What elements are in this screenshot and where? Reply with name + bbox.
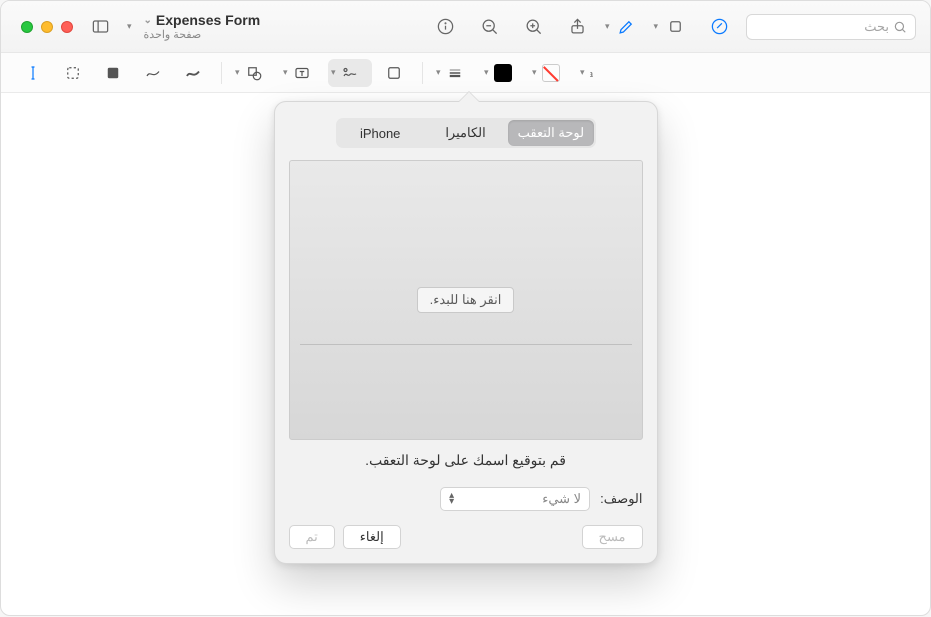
crop-button[interactable] <box>55 59 91 87</box>
stroke-color-menu[interactable]: ▾ <box>481 59 525 87</box>
zoom-in-button[interactable] <box>517 12 551 42</box>
description-select[interactable]: لا شيء ▴▾ <box>440 487 590 511</box>
draw-button[interactable] <box>175 59 211 87</box>
titlebar: ▾ Expenses Form ⌄ صفحة واحدة ▾ <box>1 1 930 53</box>
text-box-menu[interactable]: ▾ <box>280 59 324 87</box>
draw-icon <box>184 64 202 82</box>
separator <box>422 62 423 84</box>
sketch-icon <box>144 64 162 82</box>
shapes-icon <box>245 64 263 82</box>
highlighter-icon <box>617 17 636 36</box>
text-cursor-icon <box>24 64 42 82</box>
signature-hint: قم بتوقيع اسمك على لوحة التعقب. <box>289 452 643 469</box>
rotate-button[interactable] <box>658 12 692 42</box>
popover-footer: مسح إلغاء تم <box>289 525 643 549</box>
tab-iphone[interactable]: iPhone <box>338 120 423 146</box>
description-label: الوصف: <box>600 491 642 507</box>
cancel-button[interactable]: إلغاء <box>343 525 401 549</box>
shapes-menu[interactable]: ▾ <box>232 59 276 87</box>
sketch-button[interactable] <box>135 59 171 87</box>
search-field[interactable]: بحث <box>746 14 916 40</box>
mask-button[interactable] <box>95 59 131 87</box>
window-controls <box>21 21 73 33</box>
tab-camera[interactable]: الكاميرا <box>423 120 508 146</box>
document-title: Expenses Form <box>156 12 260 28</box>
zoom-out-icon <box>480 17 499 36</box>
zoom-out-button[interactable] <box>473 12 507 42</box>
markup-toolbar: ▾ ▾ ▾ ▾ ▾ ▾ ▾ Aa <box>1 53 930 93</box>
description-value: لا شيء <box>542 491 581 507</box>
markup-highlight-button[interactable] <box>609 12 643 42</box>
chevron-down-icon: ▾ <box>127 21 132 32</box>
share-button[interactable] <box>561 12 595 42</box>
tab-trackpad[interactable]: لوحة التعقب <box>508 120 593 146</box>
zoom-in-icon <box>524 17 543 36</box>
search-placeholder: بحث <box>864 19 889 35</box>
zoom-window-button[interactable] <box>21 21 33 33</box>
chevron-down-icon[interactable]: ▾ <box>653 21 658 32</box>
minimize-window-button[interactable] <box>41 21 53 33</box>
signature-source-segmented: لوحة التعقب الكاميرا iPhone <box>336 118 596 148</box>
signature-pad[interactable]: انقر هنا للبدء. <box>289 160 643 440</box>
description-row: الوصف: لا شيء ▴▾ <box>289 487 643 511</box>
document-title-block[interactable]: Expenses Form ⌄ صفحة واحدة <box>144 12 261 41</box>
svg-text:Aa: Aa <box>590 68 593 79</box>
note-button[interactable] <box>376 59 412 87</box>
rotate-icon <box>666 17 685 36</box>
info-button[interactable] <box>429 12 463 42</box>
text-box-icon <box>293 64 311 82</box>
signature-popover: لوحة التعقب الكاميرا iPhone انقر هنا للب… <box>274 101 658 564</box>
markup-pen-icon <box>710 17 729 36</box>
select-stepper-icon: ▴▾ <box>449 493 454 505</box>
no-fill-swatch <box>542 64 560 82</box>
line-weight-menu[interactable]: ▾ <box>433 59 477 87</box>
chevron-down-icon[interactable]: ▾ <box>605 21 610 32</box>
chevron-down-icon: ⌄ <box>144 15 152 26</box>
signature-menu[interactable]: ▾ <box>328 59 372 87</box>
line-weight-icon <box>446 64 464 82</box>
done-button[interactable]: تم <box>289 525 335 549</box>
note-icon <box>385 64 403 82</box>
sidebar-icon <box>91 17 110 36</box>
sidebar-toggle-button[interactable] <box>83 12 117 42</box>
text-style-icon: Aa <box>590 64 608 82</box>
markup-toggle-button[interactable] <box>702 12 736 42</box>
text-style-menu[interactable]: ▾ Aa <box>577 59 621 87</box>
stroke-color-swatch <box>494 64 512 82</box>
document-subtitle: صفحة واحدة <box>144 28 202 41</box>
crop-dashed-icon <box>64 64 82 82</box>
mask-icon <box>104 64 122 82</box>
fill-color-menu[interactable]: ▾ <box>529 59 573 87</box>
separator <box>221 62 222 84</box>
text-insert-button[interactable] <box>15 59 51 87</box>
info-icon <box>436 17 455 36</box>
share-icon <box>568 17 587 36</box>
search-icon <box>893 20 907 34</box>
clear-button[interactable]: مسح <box>582 525 643 549</box>
signature-icon <box>341 64 359 82</box>
close-window-button[interactable] <box>61 21 73 33</box>
start-signing-chip[interactable]: انقر هنا للبدء. <box>417 287 515 313</box>
